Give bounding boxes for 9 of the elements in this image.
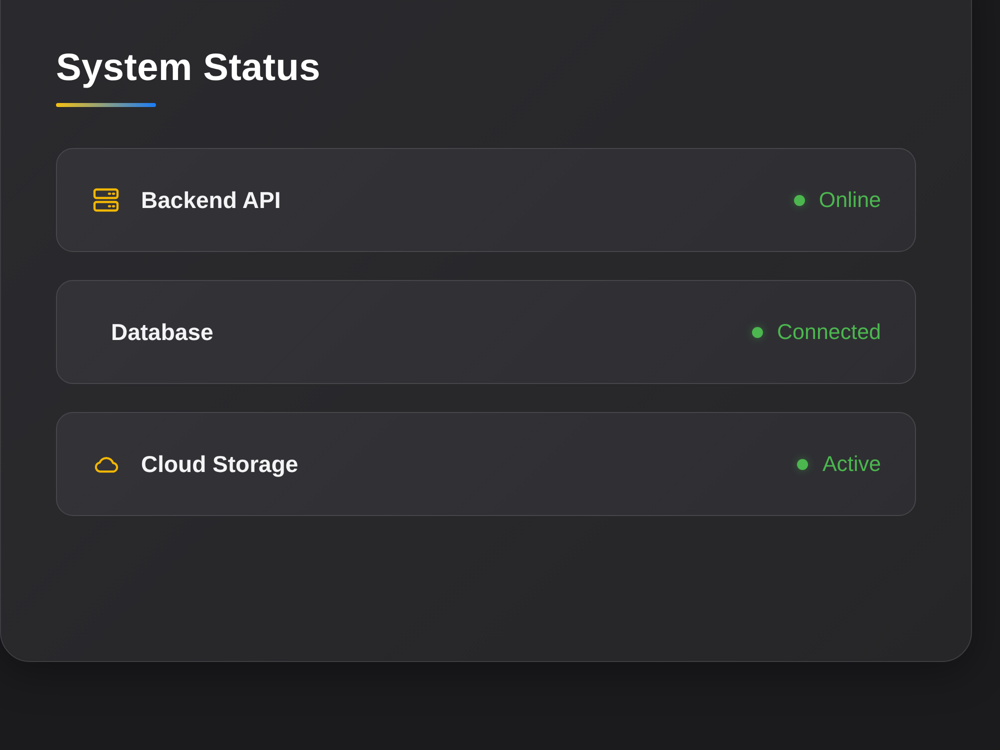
status-label: Active bbox=[822, 451, 881, 478]
server-icon bbox=[93, 188, 119, 212]
card-title: System Status bbox=[56, 46, 320, 91]
service-name: Database bbox=[111, 318, 214, 347]
service-name: Cloud Storage bbox=[141, 450, 298, 479]
status-label: Online bbox=[818, 187, 881, 214]
service-name: Backend API bbox=[141, 186, 281, 215]
cloud-icon bbox=[93, 456, 119, 472]
status-label: Connected bbox=[777, 319, 881, 346]
